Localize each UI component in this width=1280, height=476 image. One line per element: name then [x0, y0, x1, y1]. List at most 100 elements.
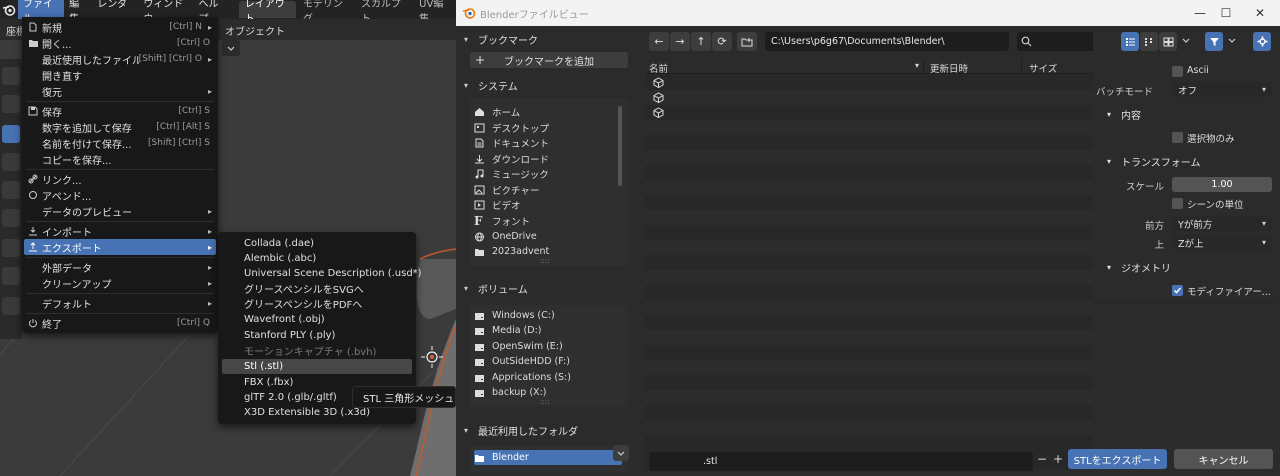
volume-f[interactable]: OutSideHDD (F:): [474, 354, 622, 369]
panel-bookmarks-header[interactable]: ▾ ブックマーク: [464, 30, 632, 48]
menu-item-revert[interactable]: 開き直す: [24, 67, 216, 83]
panel-volumes-header[interactable]: ▾ ボリューム: [464, 279, 632, 297]
sidebar-item-onedrive[interactable]: OneDrive: [474, 229, 622, 244]
tab-modeling[interactable]: モデリング: [297, 0, 354, 25]
panel-recent-header[interactable]: ▾ 最近利用したフォルダ: [464, 421, 632, 439]
batch-mode-dropdown[interactable]: オフ ▾: [1172, 82, 1272, 97]
menu-item-defaults[interactable]: デフォルト ▸: [24, 295, 216, 311]
file-row[interactable]: [645, 90, 1093, 105]
menu-item-save-incremental[interactable]: 数字を追加して保存 [Ctrl] [Alt] S: [24, 119, 216, 135]
menu-item-open[interactable]: 開く... [Ctrl] O: [24, 35, 216, 51]
menu-item-external-data[interactable]: 外部データ ▸: [24, 259, 216, 275]
export-stl-button[interactable]: STLをエクスポート: [1068, 449, 1167, 469]
export-usd[interactable]: Universal Scene Description (.usd*): [222, 266, 422, 281]
menu-item-link[interactable]: リンク...: [24, 171, 216, 187]
transform-tool-icon[interactable]: [2, 209, 20, 227]
cancel-button[interactable]: キャンセル: [1174, 449, 1273, 469]
back-button[interactable]: ←: [649, 32, 669, 51]
export-stl[interactable]: Stl (.stl): [222, 359, 412, 374]
view-thumbnails-button[interactable]: [1159, 32, 1177, 51]
menu-item-save-copy[interactable]: コピーを保存...: [24, 151, 216, 167]
select-tool-icon[interactable]: [2, 67, 20, 85]
plus-icon[interactable]: +: [1053, 452, 1063, 466]
menu-item-new[interactable]: 新規 [Ctrl] N ▸: [24, 19, 216, 35]
recent-dropdown[interactable]: [613, 445, 629, 461]
column-size[interactable]: サイズ: [1029, 61, 1057, 75]
tab-uv-editing[interactable]: UV編集: [413, 0, 456, 25]
add-bookmark-button[interactable]: + ブックマークを追加: [470, 52, 628, 68]
sidebar-item-videos[interactable]: ビデオ: [474, 197, 622, 212]
export-gpencil-svg[interactable]: グリースペンシルをSVGへ: [222, 281, 412, 296]
panel-system-header[interactable]: ▾ システム: [464, 76, 632, 94]
scene-unit-checkbox[interactable]: [1172, 198, 1183, 209]
sidebar-item-desktop[interactable]: デスクトップ: [474, 120, 622, 135]
section-geometry-header[interactable]: ▾ ジオメトリ: [1107, 258, 1277, 276]
scale-tool-icon[interactable]: [2, 181, 20, 199]
scale-field[interactable]: 1.00: [1172, 177, 1272, 192]
apply-modifiers-checkbox[interactable]: [1172, 285, 1183, 296]
chevron-down-icon[interactable]: [1227, 36, 1237, 49]
menu-item-export[interactable]: エクスポート ▸: [24, 239, 216, 255]
volume-c[interactable]: Windows (C:): [474, 308, 622, 323]
menu-item-append[interactable]: アペンド...: [24, 187, 216, 203]
up-axis-dropdown[interactable]: Zが上 ▾: [1172, 235, 1272, 250]
sidebar-item-downloads[interactable]: ダウンロード: [474, 151, 622, 166]
view-list-button[interactable]: [1121, 32, 1139, 51]
settings-button[interactable]: [1253, 32, 1271, 51]
move-tool-icon[interactable]: [2, 125, 20, 143]
recent-item-blender[interactable]: Blender: [474, 450, 622, 465]
tab-sculpt[interactable]: スカルプト: [355, 0, 412, 25]
sidebar-item-documents[interactable]: ドキュメント: [474, 135, 622, 150]
volume-e[interactable]: OpenSwim (E:): [474, 339, 622, 354]
volume-s[interactable]: Apprications (S:): [474, 370, 622, 385]
viewport-object-menu[interactable]: オブジェクト: [225, 23, 285, 38]
minus-icon[interactable]: −: [1037, 452, 1047, 466]
menu-item-save[interactable]: 保存 [Ctrl] S: [24, 103, 216, 119]
menu-item-clean-up[interactable]: クリーンアップ ▸: [24, 275, 216, 291]
new-folder-button[interactable]: [737, 32, 757, 51]
blender-logo-icon[interactable]: [0, 0, 18, 19]
sort-chevron-icon[interactable]: ▾: [915, 61, 919, 70]
column-date[interactable]: 更新日時: [930, 61, 968, 75]
file-row[interactable]: [645, 75, 1093, 90]
filename-input[interactable]: .stl: [649, 452, 1033, 471]
viewport-dropdown[interactable]: [222, 40, 240, 56]
resize-handle-icon[interactable]: ::::: [540, 257, 549, 265]
section-include-header[interactable]: ▾ 内容: [1107, 105, 1277, 123]
cursor-tool-icon[interactable]: [2, 95, 20, 113]
measure-tool-icon[interactable]: [2, 267, 20, 285]
chevron-down-icon[interactable]: [1181, 36, 1191, 49]
column-name[interactable]: 名前: [649, 61, 668, 75]
forward-axis-dropdown[interactable]: Yが前方 ▾: [1172, 216, 1272, 231]
annotate-tool-icon[interactable]: [2, 239, 20, 257]
export-collada[interactable]: Collada (.dae): [222, 236, 412, 251]
menu-item-quit[interactable]: 終了 [Ctrl] Q: [24, 315, 216, 331]
tab-layout[interactable]: レイアウト: [238, 0, 296, 25]
volume-d[interactable]: Media (D:): [474, 323, 622, 338]
sidebar-item-home[interactable]: ホーム: [474, 104, 622, 119]
menu-item-recover[interactable]: 復元 ▸: [24, 83, 216, 99]
rotate-tool-icon[interactable]: [2, 153, 20, 171]
export-gpencil-pdf[interactable]: グリースペンシルをPDFへ: [222, 296, 412, 311]
add-cube-tool-icon[interactable]: [2, 297, 20, 315]
file-list[interactable]: 名前 ▾ 更新日時 サイズ: [645, 59, 1093, 469]
close-icon[interactable]: ✕: [1240, 0, 1280, 26]
directory-path-input[interactable]: C:\Users\p6g67\Documents\Blender\: [765, 32, 1009, 51]
section-transform-header[interactable]: ▾ トランスフォーム: [1107, 152, 1277, 170]
menu-item-save-as[interactable]: 名前を付けて保存... [Shift] [Ctrl] S: [24, 135, 216, 151]
export-ply[interactable]: Stanford PLY (.ply): [222, 328, 412, 343]
menu-item-open-recent[interactable]: 最近使用したファイル [Shift] [Ctrl] O ▸: [24, 51, 216, 67]
selected-only-checkbox[interactable]: [1172, 132, 1183, 143]
menu-item-import[interactable]: インポート ▸: [24, 223, 216, 239]
export-alembic[interactable]: Alembic (.abc): [222, 251, 412, 266]
sidebar-item-fonts[interactable]: F フォント: [474, 213, 622, 228]
resize-handle-icon[interactable]: ::::: [540, 398, 549, 406]
refresh-button[interactable]: ⟳: [712, 32, 732, 51]
filter-button[interactable]: [1205, 32, 1223, 51]
forward-button[interactable]: →: [670, 32, 690, 51]
export-obj[interactable]: Wavefront (.obj): [222, 312, 412, 327]
ascii-checkbox[interactable]: [1172, 66, 1183, 77]
sidebar-item-music[interactable]: ミュージック: [474, 166, 622, 181]
file-row[interactable]: [645, 105, 1093, 120]
parent-directory-button[interactable]: ↑: [691, 32, 711, 51]
